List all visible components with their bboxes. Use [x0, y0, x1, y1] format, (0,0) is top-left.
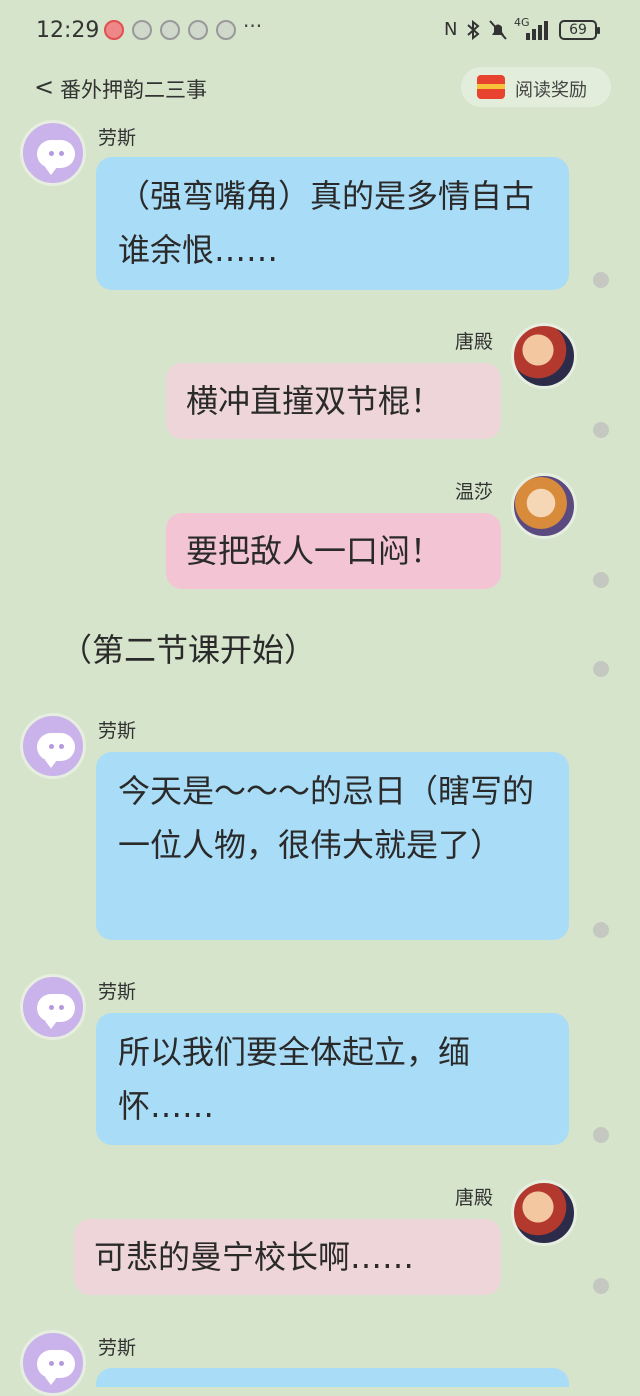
- notification-icon: [216, 20, 236, 40]
- avatar[interactable]: [20, 1330, 86, 1396]
- narration-text: （第二节课开始）: [60, 631, 317, 669]
- message-bubble: 横冲直撞双节棍！: [166, 363, 501, 439]
- notification-icon: [188, 20, 208, 40]
- message-status-dot: [593, 1278, 609, 1294]
- chat-bubble-icon: [37, 733, 75, 768]
- message-bubble: 所以我们要全体起立，缅怀……: [96, 1013, 569, 1145]
- speaker-name: 唐殿: [455, 1187, 494, 1209]
- message-bubble: 今天是～～～的忌日（瞎写的一位人物，很伟大就是了）: [96, 752, 569, 940]
- message-status-dot: [593, 1127, 609, 1143]
- bluetooth-icon: [467, 20, 480, 40]
- speaker-name: 唐殿: [455, 331, 494, 353]
- notification-icon: [132, 20, 152, 40]
- message-status-dot: [593, 661, 609, 677]
- avatar[interactable]: [20, 974, 86, 1040]
- notification-icon: [104, 20, 124, 40]
- status-time: 12:29: [36, 18, 100, 43]
- avatar[interactable]: [511, 1180, 577, 1246]
- signal-icon: [526, 21, 548, 40]
- message-bubble: （强弯嘴角）真的是多情自古谁余恨……: [96, 157, 569, 290]
- status-bar: 12:29 ··· N 4G 69: [0, 0, 640, 60]
- nfc-icon: N: [444, 19, 458, 40]
- notification-icon: [160, 20, 180, 40]
- chat-bubble-icon: [37, 1350, 75, 1385]
- message-status-dot: [593, 422, 609, 438]
- message-status-dot: [593, 272, 609, 288]
- gift-icon: [477, 75, 505, 99]
- reading-reward-button[interactable]: 阅读奖励: [461, 67, 611, 107]
- page-title: 番外押韵二三事: [60, 78, 207, 102]
- message-bubble: 要把敌人一口闷！: [166, 513, 501, 589]
- speaker-name: 劳斯: [98, 1337, 137, 1359]
- message-bubble: [96, 1368, 569, 1387]
- reading-reward-label: 阅读奖励: [515, 80, 587, 101]
- speaker-name: 劳斯: [98, 720, 137, 742]
- battery-icon: 69: [559, 20, 600, 40]
- message-status-dot: [593, 572, 609, 588]
- mute-bell-icon: [489, 20, 507, 40]
- avatar[interactable]: [20, 713, 86, 779]
- speaker-name: 温莎: [455, 481, 494, 503]
- chat-bubble-icon: [37, 140, 75, 175]
- message-bubble: 可悲的曼宁校长啊……: [74, 1219, 501, 1295]
- message-status-dot: [593, 922, 609, 938]
- avatar[interactable]: [20, 120, 86, 186]
- speaker-name: 劳斯: [98, 127, 137, 149]
- avatar[interactable]: [511, 473, 577, 539]
- back-icon[interactable]: <: [34, 73, 54, 101]
- chat-bubble-icon: [37, 994, 75, 1029]
- speaker-name: 劳斯: [98, 981, 137, 1003]
- avatar[interactable]: [511, 323, 577, 389]
- more-notifications-icon: ···: [243, 14, 263, 38]
